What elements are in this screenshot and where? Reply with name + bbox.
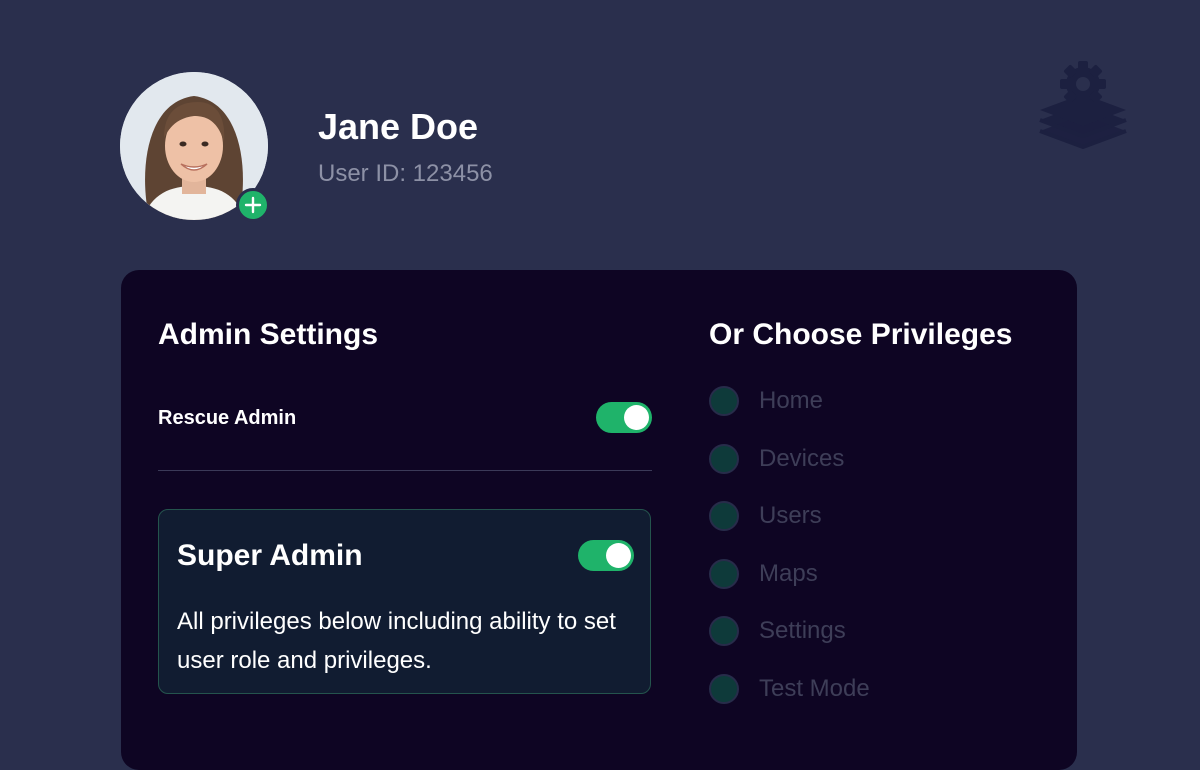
super-admin-toggle[interactable]: [578, 540, 634, 571]
settings-layers-button[interactable]: [1036, 58, 1130, 152]
privilege-label: Devices: [759, 444, 845, 472]
privilege-label: Home: [759, 387, 824, 414]
privilege-radio[interactable]: [709, 558, 739, 589]
super-admin-title: Super Admin: [177, 539, 363, 572]
add-photo-button[interactable]: [236, 188, 270, 222]
divider: [158, 470, 652, 471]
privilege-radio[interactable]: [709, 616, 739, 647]
privilege-radio[interactable]: [709, 673, 739, 704]
privilege-radio[interactable]: [709, 501, 739, 532]
admin-settings-title: Admin Settings: [158, 318, 379, 351]
privilege-label: Maps: [759, 559, 818, 587]
super-admin-description: All privileges below including ability t…: [177, 608, 616, 674]
avatar-container: [120, 72, 270, 222]
privilege-radio[interactable]: [709, 386, 739, 416]
super-admin-card: Super Admin All privileges below includi…: [158, 509, 651, 694]
settings-panel: Admin Settings Rescue Admin Super Admin …: [121, 270, 1077, 770]
layers-gear-icon: [1039, 61, 1127, 149]
rescue-admin-toggle[interactable]: [596, 402, 652, 433]
toggle-knob: [606, 543, 631, 568]
user-name: Jane Doe: [318, 106, 479, 147]
privilege-radio[interactable]: [709, 443, 739, 474]
rescue-admin-label: Rescue Admin: [158, 407, 297, 429]
privileges-title: Or Choose Privileges: [709, 318, 1013, 351]
privilege-label: Users: [759, 502, 822, 530]
privilege-label: Settings: [759, 617, 846, 645]
plus-icon: [244, 196, 262, 214]
user-id: User ID: 123456: [318, 160, 493, 187]
toggle-knob: [624, 405, 649, 430]
privilege-label: Test Mode: [759, 674, 870, 702]
